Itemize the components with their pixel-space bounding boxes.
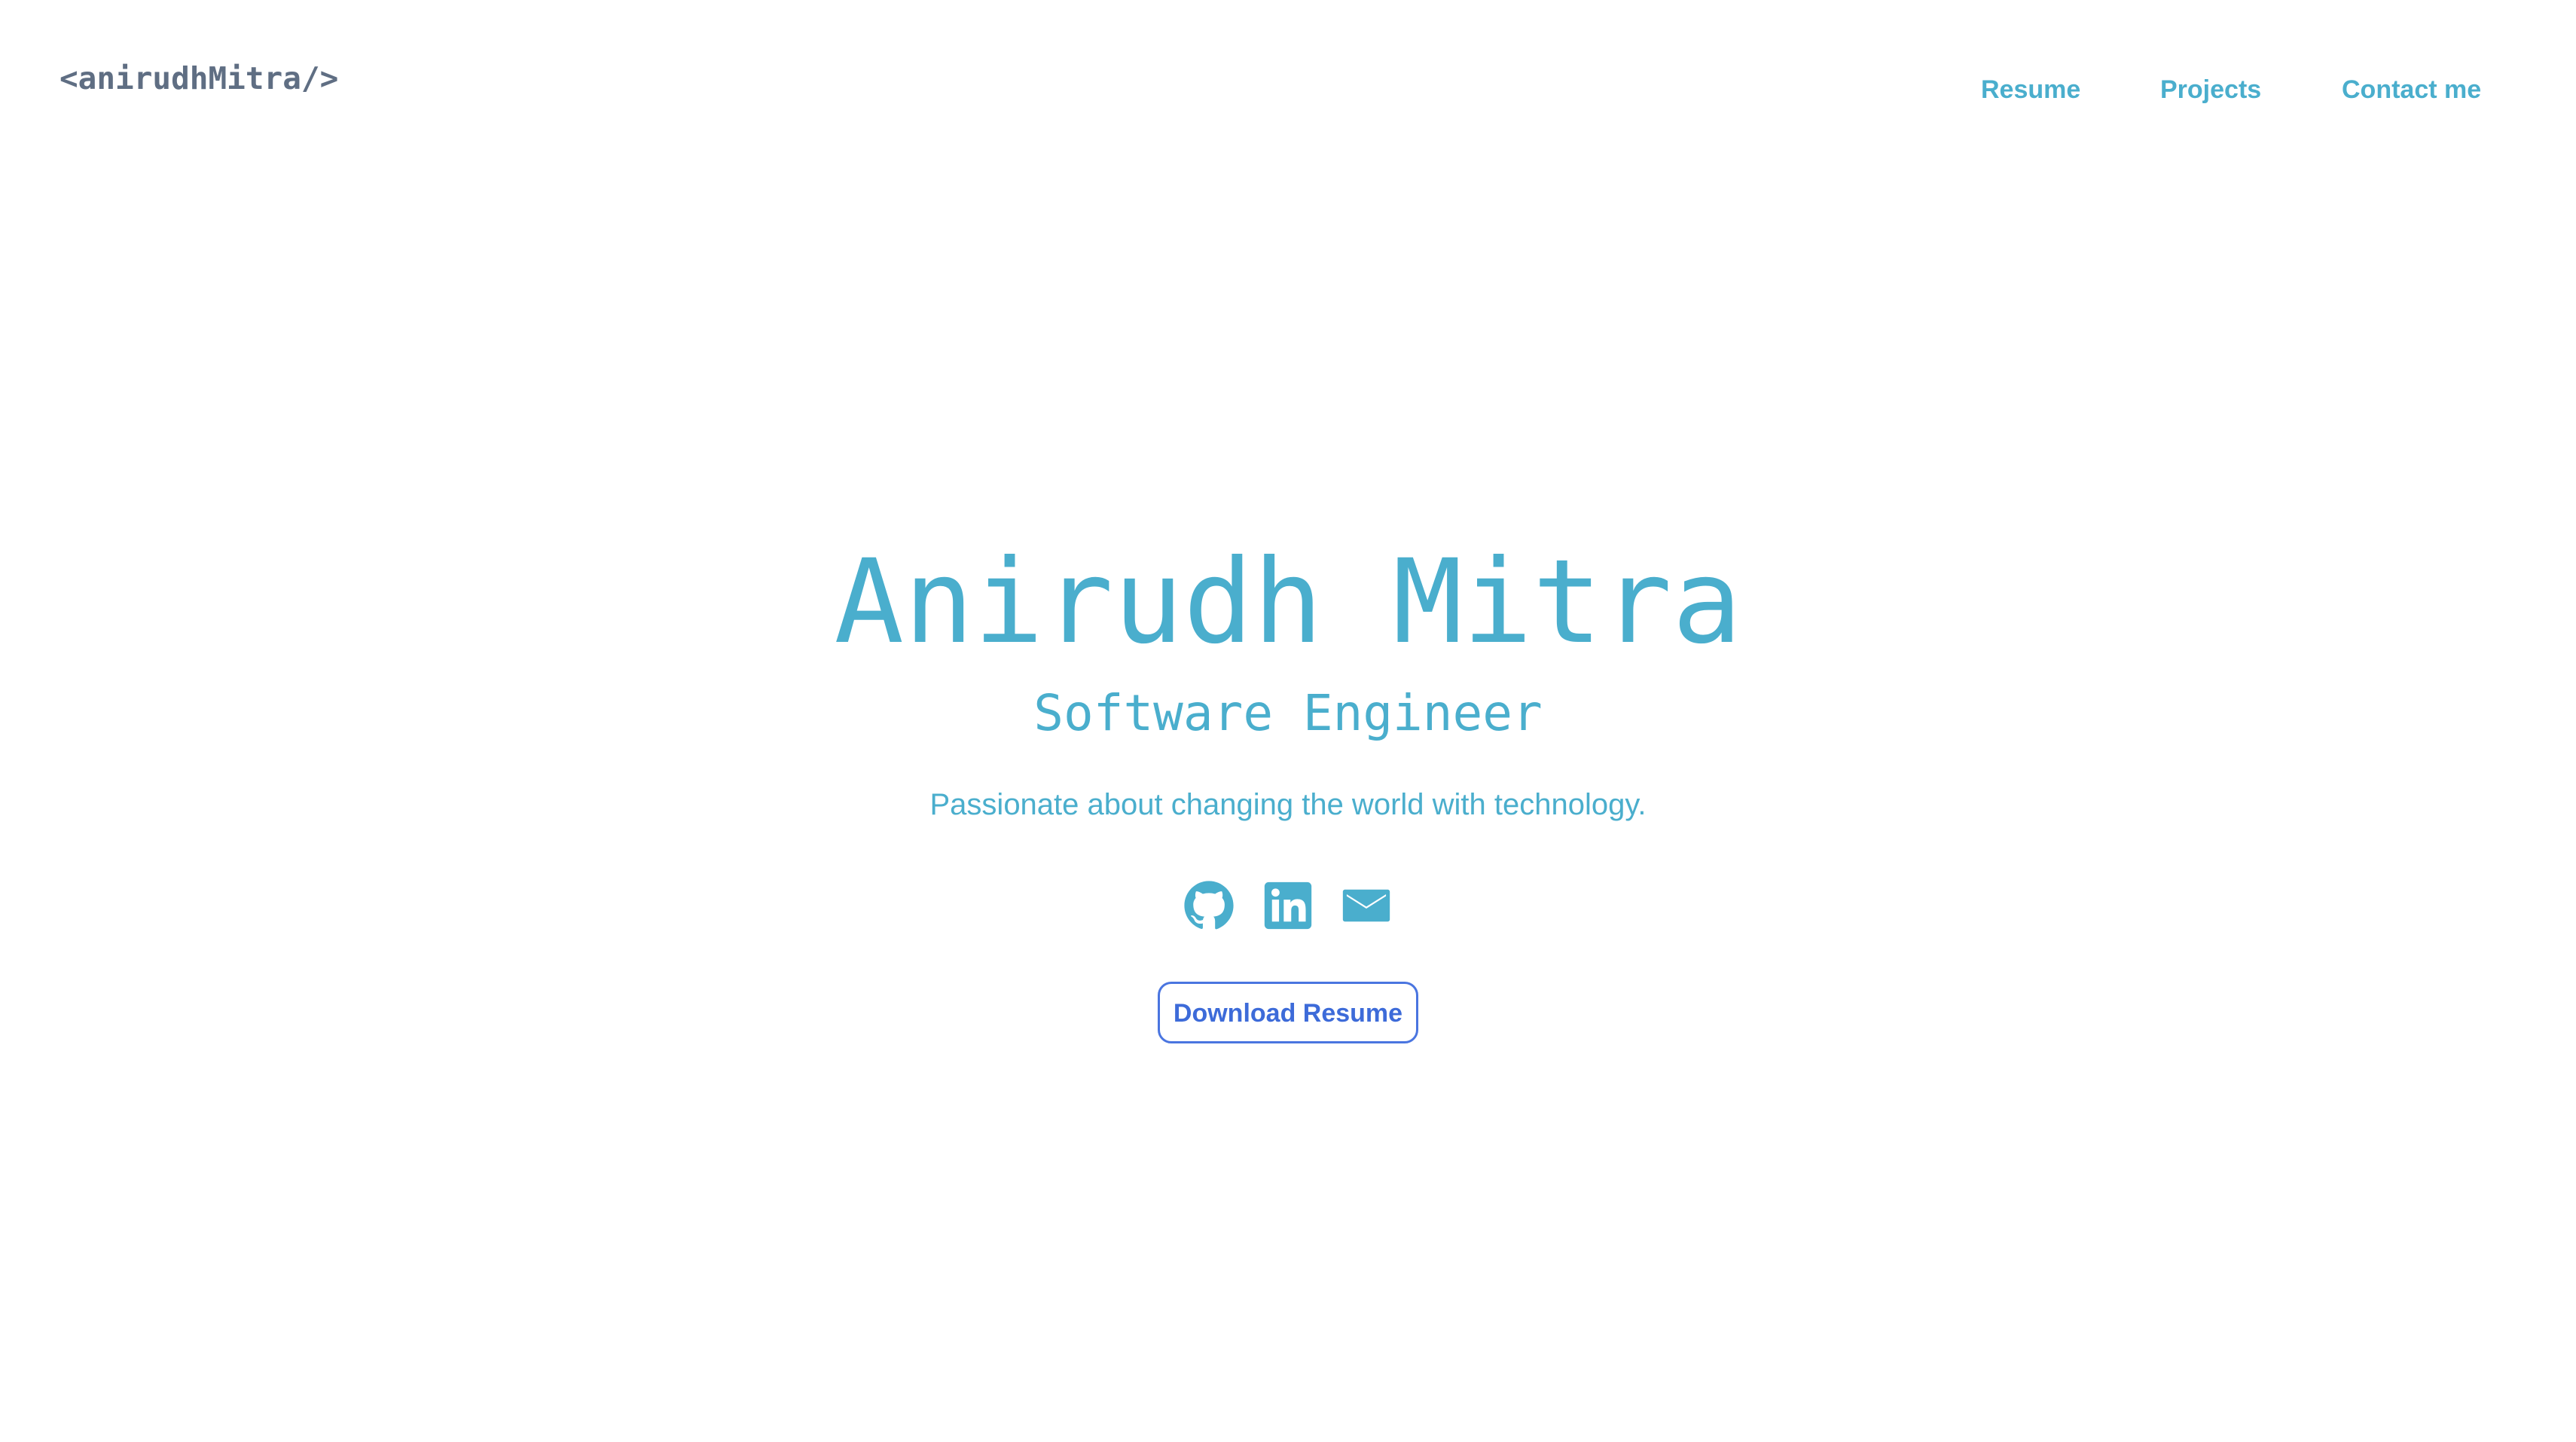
linkedin-icon[interactable] [1262, 880, 1314, 931]
hero-role: Software Engineer [1033, 684, 1543, 742]
mail-icon[interactable] [1341, 880, 1392, 931]
social-links [0, 880, 2576, 933]
main-nav: Resume Projects Contact me [0, 72, 2576, 107]
hero-name: Anirudh Mitra [834, 535, 1742, 670]
github-icon[interactable] [1183, 880, 1235, 931]
download-resume-button[interactable]: Download Resume [1158, 982, 1418, 1043]
nav-link-resume[interactable]: Resume [1981, 72, 2080, 107]
nav-link-projects[interactable]: Projects [2160, 72, 2261, 107]
hero-tagline: Passionate about changing the world with… [929, 788, 1647, 821]
nav-link-contact[interactable]: Contact me [2342, 72, 2481, 107]
